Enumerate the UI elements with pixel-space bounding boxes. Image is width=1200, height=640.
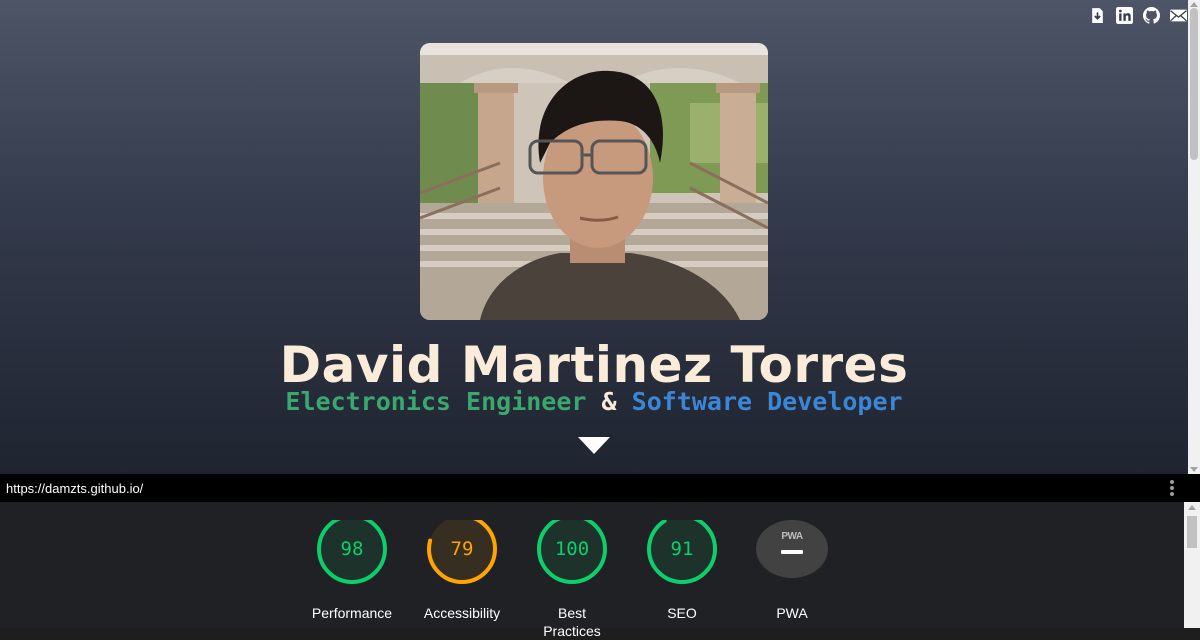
- pwa-badge-icon: PWA: [756, 520, 828, 578]
- subtitle-engineer: Electronics Engineer: [285, 387, 587, 416]
- gauge-seo[interactable]: 91 SEO: [627, 520, 737, 622]
- more-options-icon[interactable]: [1170, 480, 1174, 496]
- pwa-badge-text: PWA: [781, 531, 803, 542]
- panel-scrollbar[interactable]: [1184, 502, 1200, 628]
- scroll-up-arrow-icon[interactable]: [1188, 505, 1196, 510]
- subtitle-ampersand: &: [601, 387, 617, 416]
- lighthouse-scores: 98 Performance 79 Accessibility 100 Best…: [0, 502, 1184, 639]
- scrollbar-thumb[interactable]: [1187, 516, 1197, 548]
- gauge-best-practices[interactable]: 100 Best Practices: [517, 520, 627, 640]
- gauge-performance[interactable]: 98 Performance: [297, 520, 407, 622]
- gauge-score: 79: [450, 538, 474, 560]
- page-scrollbar[interactable]: [1188, 0, 1200, 474]
- mail-icon[interactable]: [1169, 6, 1188, 25]
- gauge-score: 100: [554, 538, 590, 560]
- gauge-label: Best Practices: [543, 605, 601, 639]
- social-links: [1088, 6, 1188, 25]
- profile-photo: [420, 43, 768, 320]
- gauge-pwa[interactable]: PWA PWA: [737, 520, 847, 622]
- profile-subtitle: Electronics Engineer & Software Develope…: [0, 386, 1188, 418]
- gauge-label: PWA: [776, 605, 808, 621]
- scrollbar-thumb[interactable]: [1190, 8, 1198, 160]
- gauge-accessibility[interactable]: 79 Accessibility: [407, 520, 517, 622]
- gauge-label: SEO: [667, 605, 697, 621]
- url-bar: https://damzts.github.io/: [0, 474, 1200, 502]
- gauge-label: Performance: [311, 605, 393, 621]
- scroll-up-arrow-icon[interactable]: [1190, 2, 1198, 7]
- scroll-down-arrow-icon[interactable]: [1190, 467, 1198, 472]
- linkedin-icon[interactable]: [1115, 6, 1134, 25]
- subtitle-developer: Software Developer: [631, 387, 903, 416]
- hero-section: David Martinez Torres Electronics Engine…: [0, 0, 1188, 474]
- gauge-score: 98: [340, 538, 364, 560]
- gauge-label: Accessibility: [423, 605, 501, 621]
- page-url[interactable]: https://damzts.github.io/: [6, 481, 143, 496]
- gauge-score: 91: [670, 538, 694, 560]
- scroll-down-icon[interactable]: [578, 437, 610, 454]
- github-icon[interactable]: [1142, 6, 1161, 25]
- download-icon[interactable]: [1088, 6, 1107, 25]
- pwa-dash: [781, 550, 803, 554]
